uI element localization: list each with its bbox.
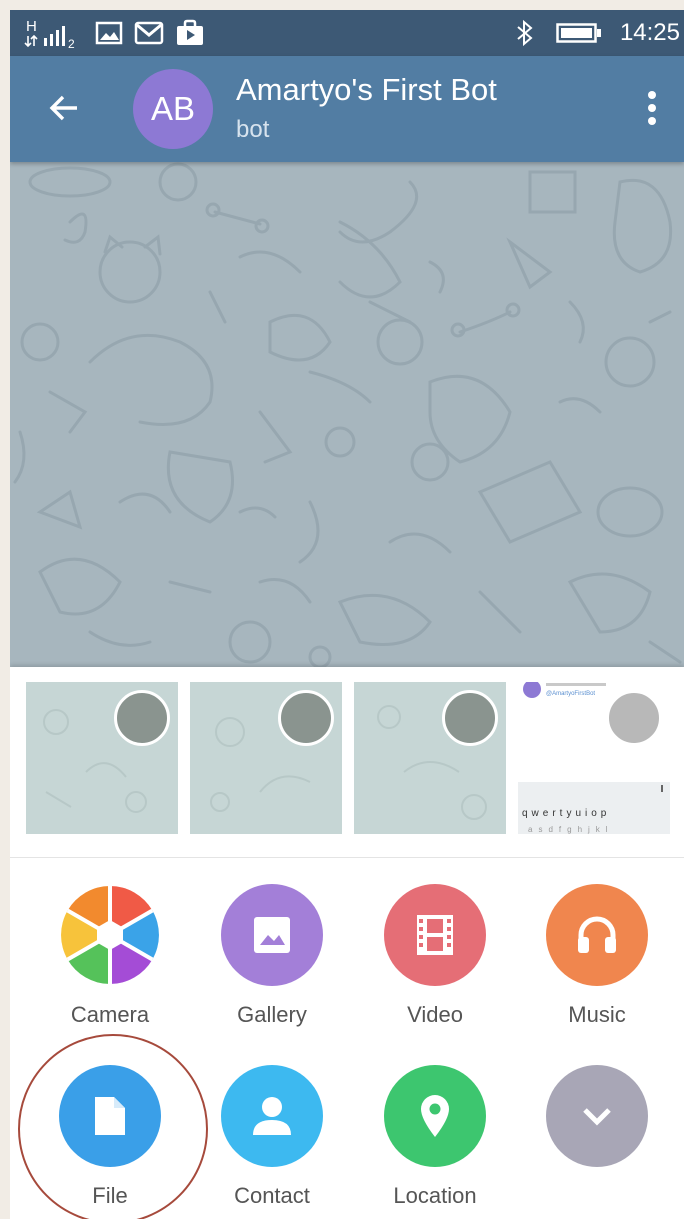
svg-text:asdfghjkl: asdfghjkl	[528, 825, 614, 834]
chat-background	[10, 162, 684, 667]
camera-label: Camera	[70, 1002, 150, 1027]
gallery-button[interactable]: Gallery	[197, 884, 347, 1044]
photo-thumbnail[interactable]: @AmartyoFirstBot qwertyuiop asdfghjkl	[518, 682, 670, 834]
photo-thumbnail[interactable]	[26, 682, 178, 834]
bluetooth-icon	[515, 10, 535, 56]
shop-icon	[175, 10, 205, 56]
person-icon	[221, 1065, 323, 1167]
contact-button[interactable]: Contact	[197, 1065, 347, 1219]
back-button[interactable]	[38, 82, 90, 134]
location-button[interactable]: Location	[360, 1065, 510, 1219]
recent-photos-strip[interactable]: @AmartyoFirstBot qwertyuiop asdfghjkl	[10, 667, 684, 857]
music-button[interactable]: Music	[522, 884, 672, 1044]
photo-thumbnail[interactable]	[354, 682, 506, 834]
video-button[interactable]: Video	[360, 884, 510, 1044]
more-options-button[interactable]	[632, 82, 672, 134]
battery-icon	[556, 10, 602, 56]
film-icon	[384, 884, 486, 986]
contact-label: Contact	[234, 1183, 310, 1208]
image-notification-icon	[95, 10, 123, 56]
file-highlight-annotation	[18, 1034, 208, 1219]
clock: 14:25	[619, 19, 680, 46]
image-icon	[221, 884, 323, 986]
photo-thumbnail[interactable]	[190, 682, 342, 834]
location-label: Location	[393, 1183, 477, 1208]
photo-select-checkbox[interactable]	[606, 690, 662, 746]
chevron-down-icon	[546, 1065, 648, 1167]
paper-edge-left	[0, 0, 10, 1219]
photo-select-checkbox[interactable]	[278, 690, 334, 746]
paper-edge-top	[0, 0, 684, 10]
photo-select-checkbox[interactable]	[442, 690, 498, 746]
avatar[interactable]: AB	[133, 69, 213, 149]
divider	[10, 857, 684, 858]
network-signal-icon: H 2	[22, 10, 84, 56]
camera-aperture-icon	[59, 884, 161, 986]
video-label: Video	[407, 1002, 463, 1027]
chat-subtitle: bot	[236, 116, 270, 143]
more-vert-icon	[648, 91, 656, 125]
gmail-icon	[134, 10, 164, 56]
camera-button[interactable]: Camera	[35, 884, 185, 1044]
collapse-button[interactable]	[522, 1065, 672, 1219]
phone-screen: H 2 14:25 AB Amartyo's First Bot bot @Am…	[10, 10, 684, 1219]
svg-text:2: 2	[68, 37, 75, 50]
location-pin-icon	[384, 1065, 486, 1167]
svg-text:@AmartyoFirstBot: @AmartyoFirstBot	[546, 691, 595, 697]
photo-select-checkbox[interactable]	[114, 690, 170, 746]
arrow-back-icon	[49, 95, 77, 121]
svg-text:H: H	[26, 18, 37, 35]
headphones-icon	[546, 884, 648, 986]
chat-toolbar: AB Amartyo's First Bot bot	[10, 56, 684, 162]
doodle-pattern	[13, 162, 682, 667]
gallery-label: Gallery	[237, 1002, 307, 1027]
status-bar: H 2 14:25	[10, 10, 684, 56]
chat-title[interactable]: Amartyo's First Bot	[236, 72, 497, 108]
attach-sheet: @AmartyoFirstBot qwertyuiop asdfghjkl Ca…	[10, 667, 684, 1219]
svg-text:qwertyuiop: qwertyuiop	[522, 808, 610, 819]
music-label: Music	[568, 1002, 626, 1027]
